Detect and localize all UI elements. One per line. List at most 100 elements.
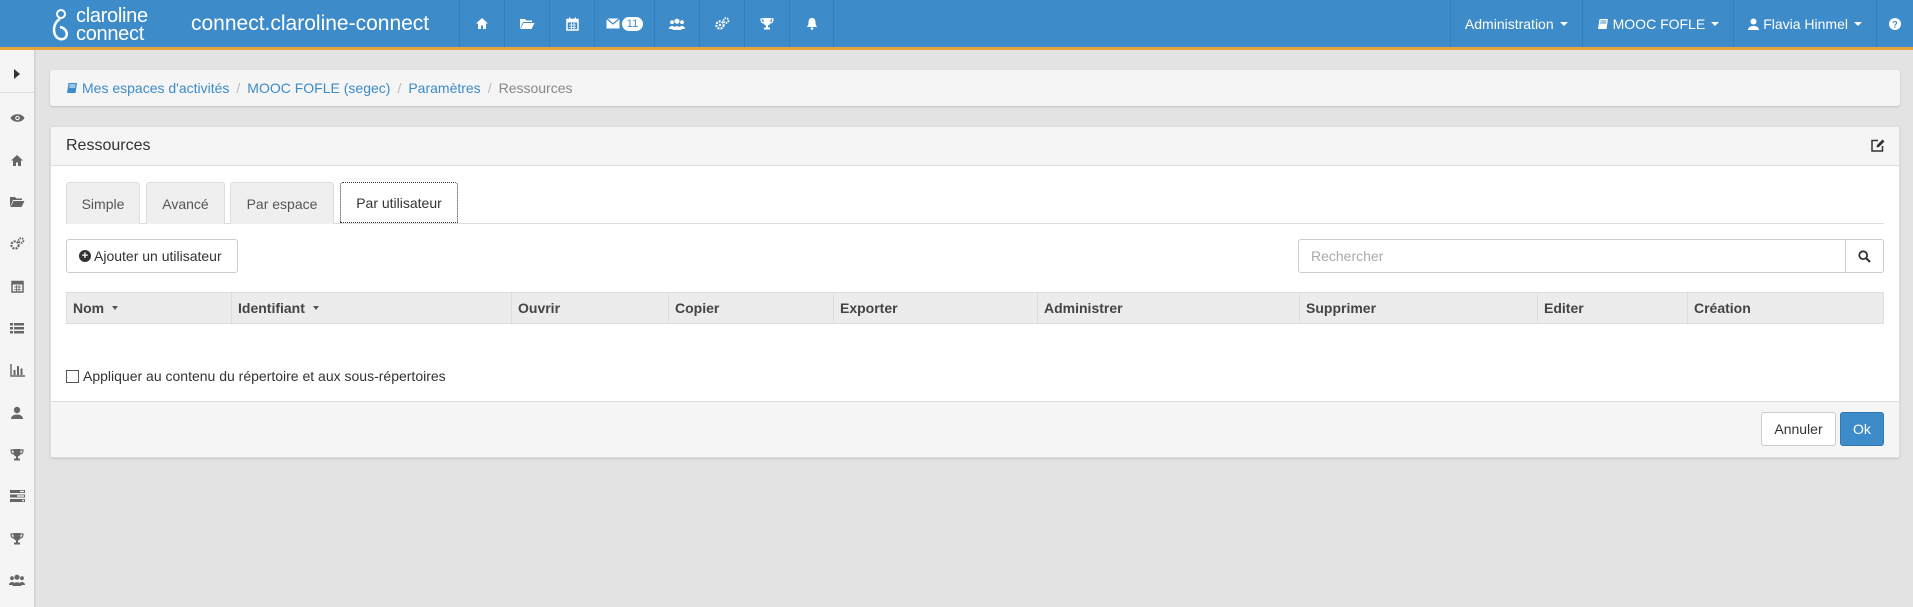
messages-badge: 11 (621, 16, 644, 31)
top-nav-right: Administration MOOC FOFLE Flavia Hinmel … (1449, 0, 1913, 47)
panel-footer: Annuler Ok (51, 401, 1899, 457)
trophy-icon (10, 448, 24, 460)
column-header-identifier[interactable]: Identifiant (232, 293, 512, 323)
panel-title: Ressources (66, 137, 151, 154)
users-icon (9, 574, 25, 586)
question-circle-icon: ? (1889, 17, 1901, 30)
caret-down-icon (1559, 21, 1568, 26)
caret-down-icon (1711, 21, 1720, 26)
users-icon[interactable] (654, 0, 699, 47)
cancel-button[interactable]: Annuler (1761, 412, 1836, 446)
tasks-icon (9, 490, 25, 502)
breadcrumb-current: Ressources (498, 80, 573, 96)
svg-text:?: ? (1892, 19, 1898, 29)
sidebar-toggle[interactable] (0, 55, 34, 93)
site-brand[interactable]: connect.claroline-connect (191, 12, 429, 36)
column-header-open: Ouvrir (512, 293, 669, 323)
apply-recursive-label: Appliquer au contenu du répertoire et au… (83, 368, 446, 384)
trophy-icon (10, 532, 24, 544)
cogs-icon (10, 237, 25, 250)
sort-icon (312, 306, 319, 310)
column-header-delete: Supprimer (1300, 293, 1538, 323)
book-icon (1597, 18, 1608, 29)
sidebar-item-statistics[interactable] (0, 355, 34, 385)
breadcrumb-separator: / (397, 80, 402, 96)
calendar-icon[interactable] (549, 0, 594, 47)
envelope-icon (605, 18, 620, 29)
sidebar-item-badges[interactable] (0, 439, 34, 469)
bar-chart-icon (9, 363, 25, 377)
apply-recursive-option: Appliquer au contenu du répertoire et au… (66, 368, 446, 384)
sidebar-item-eye[interactable] (0, 103, 34, 133)
breadcrumb-my-workspaces[interactable]: Mes espaces d'activités (82, 80, 229, 96)
column-header-export: Exporter (834, 293, 1038, 323)
logo-line-2: connect (76, 23, 144, 45)
home-icon (11, 154, 23, 166)
breadcrumb-separator: / (487, 80, 492, 96)
left-sidebar (0, 50, 36, 607)
list-icon (10, 322, 24, 333)
column-header-edit: Editer (1538, 293, 1688, 323)
column-header-copy: Copier (669, 293, 834, 323)
user-dropdown[interactable]: Flavia Hinmel (1733, 0, 1876, 47)
ok-button[interactable]: Ok (1840, 412, 1884, 446)
resources-panel: Ressources Simple Avancé Par espace Par … (50, 126, 1900, 458)
caret-down-icon (1854, 21, 1862, 26)
folder-open-icon (10, 197, 25, 207)
book-icon (67, 83, 77, 93)
tab-advanced[interactable]: Avancé (146, 182, 225, 224)
claroline-logo[interactable]: claroline connect (48, 5, 148, 45)
top-nav-icons: 11 (459, 0, 834, 47)
tab-by-workspace[interactable]: Par espace (230, 182, 334, 224)
eye-icon (10, 114, 24, 122)
column-header-administrate: Administrer (1038, 293, 1300, 323)
permission-tabs: Simple Avancé Par espace Par utilisateur (66, 182, 1884, 224)
cogs-icon[interactable] (699, 0, 744, 47)
sidebar-item-users[interactable] (0, 397, 34, 427)
top-navbar: claroline connect connect.claroline-conn… (0, 0, 1913, 50)
home-icon[interactable] (459, 0, 504, 47)
folder-open-icon[interactable] (504, 0, 549, 47)
breadcrumb-separator: / (236, 80, 241, 96)
help-button[interactable]: ? (1876, 0, 1913, 47)
sidebar-item-settings[interactable] (0, 229, 34, 259)
sidebar-item-tasks[interactable] (0, 481, 34, 511)
plus-circle-icon: + (79, 250, 91, 262)
claroline-logo-icon (52, 9, 68, 41)
workspace-label: MOOC FOFLE (1612, 15, 1706, 32)
users-table-header: Nom Identifiant Ouvrir Copier Exporter A… (66, 292, 1884, 324)
search-icon (1858, 249, 1871, 263)
caret-right-icon (14, 68, 20, 79)
user-name: Flavia Hinmel (1763, 15, 1848, 32)
sidebar-item-trophies[interactable] (0, 523, 34, 553)
user-icon (11, 406, 23, 419)
sort-icon (112, 306, 119, 310)
breadcrumb: Mes espaces d'activités / MOOC FOFLE (se… (50, 70, 1900, 106)
sidebar-item-home[interactable] (0, 145, 34, 175)
calendar-icon (10, 280, 24, 293)
trophy-icon[interactable] (744, 0, 789, 47)
workspace-dropdown[interactable]: MOOC FOFLE (1581, 0, 1734, 47)
breadcrumb-workspace[interactable]: MOOC FOFLE (segec) (247, 80, 390, 96)
add-user-button[interactable]: + Ajouter un utilisateur (66, 239, 238, 273)
edit-icon[interactable] (1871, 139, 1885, 155)
search-button[interactable] (1845, 239, 1884, 273)
breadcrumb-parameters[interactable]: Paramètres (408, 80, 480, 96)
administration-dropdown[interactable]: Administration (1449, 0, 1582, 47)
sidebar-item-groups[interactable] (0, 565, 34, 595)
panel-header: Ressources (51, 127, 1899, 166)
bell-icon[interactable] (789, 0, 834, 47)
column-header-name[interactable]: Nom (67, 293, 232, 323)
apply-recursive-checkbox[interactable] (66, 369, 79, 383)
user-icon (1748, 18, 1760, 30)
add-user-label: Ajouter un utilisateur (94, 248, 222, 264)
administration-label: Administration (1464, 15, 1554, 32)
sidebar-item-agenda[interactable] (0, 271, 34, 301)
search-input[interactable] (1298, 239, 1846, 273)
tab-simple[interactable]: Simple (66, 182, 140, 224)
column-header-creation: Création (1694, 300, 1751, 316)
messages-nav-item[interactable]: 11 (594, 0, 654, 47)
sidebar-item-resources[interactable] (0, 187, 34, 217)
sidebar-item-list[interactable] (0, 313, 34, 343)
tab-by-user[interactable]: Par utilisateur (340, 182, 458, 223)
